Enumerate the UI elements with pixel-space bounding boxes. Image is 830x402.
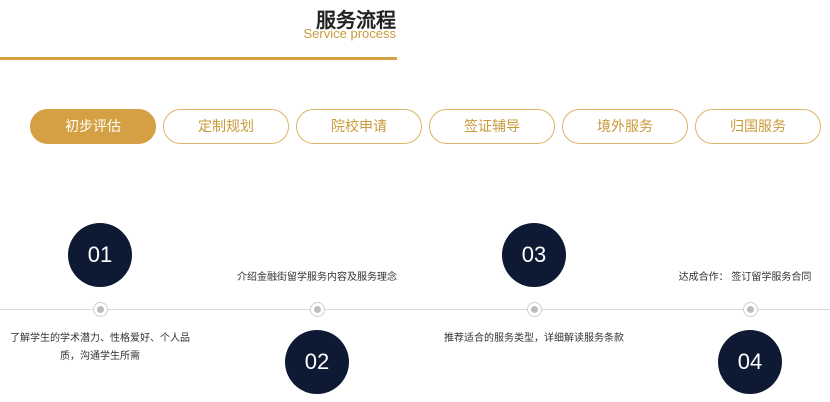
header-subtitle: Service process xyxy=(303,26,396,41)
step-number-circle: 04 xyxy=(718,330,782,394)
step-number-circle: 01 xyxy=(68,223,132,287)
timeline-dot xyxy=(527,302,542,317)
tab-school-application[interactable]: 院校申请 xyxy=(296,109,422,144)
step-description: 推荐适合的服务类型，详细解读服务条款 xyxy=(444,333,624,344)
tab-custom-planning[interactable]: 定制规划 xyxy=(163,109,289,144)
timeline-dot xyxy=(93,302,108,317)
timeline-dot xyxy=(743,302,758,317)
step-number-circle: 03 xyxy=(502,223,566,287)
tab-return-service[interactable]: 归国服务 xyxy=(695,109,821,144)
step-number-circle: 02 xyxy=(285,330,349,394)
step-description: 介绍金融街留学服务内容及服务理念 xyxy=(237,272,397,283)
timeline-line xyxy=(0,309,830,310)
tab-initial-assessment[interactable]: 初步评估 xyxy=(30,109,156,144)
timeline-dot xyxy=(310,302,325,317)
tab-overseas-service[interactable]: 境外服务 xyxy=(562,109,688,144)
step-description: 了解学生的学术潜力、性格爱好、个人品质，沟通学生所需 xyxy=(10,333,190,362)
step-description: 达成合作： 签订留学服务合同 xyxy=(678,272,812,283)
tab-visa-guidance[interactable]: 签证辅导 xyxy=(429,109,555,144)
header-underline xyxy=(0,57,397,60)
